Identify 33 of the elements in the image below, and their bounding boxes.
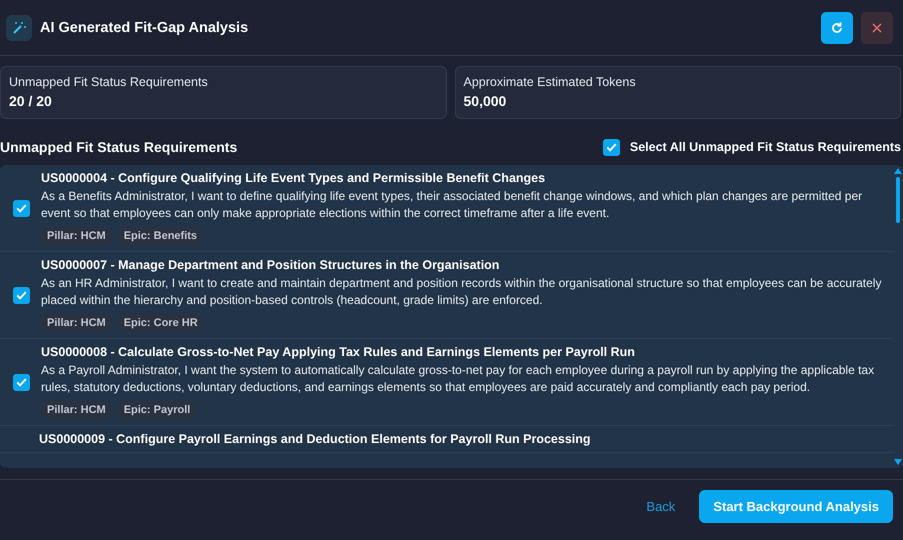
window-title: AI Generated Fit-Gap Analysis: [40, 20, 250, 36]
back-button[interactable]: Back: [636, 492, 686, 520]
scroll-down-icon[interactable]: [894, 459, 902, 465]
close-icon: [872, 22, 882, 32]
requirement-description: As a Payroll Administrator, I want the system to automatically calculate gross-to-net pay for each employee during a payroll run by applying the applicable tax rules, statutory deductions, voluntary deductions, and earnings elements so that employees are paid accurately and compliantly each pay period.: [41, 362, 876, 396]
requirement-title: US0000008 - Calculate Gross-to-Net Pay Applying Tax Rules and Earnings Elements per Payroll Run: [41, 345, 636, 359]
refresh-icon: [830, 20, 844, 34]
close-button[interactable]: [861, 12, 893, 44]
magic-wand-icon: [6, 14, 32, 40]
requirement-description: As an HR Administrator, I want to create and maintain department and position records within the organisational structure so that employees can be accurately placed within the hierarchy and position-based controls (headcount, grade limits) are enforced.: [41, 275, 882, 309]
section-title: Unmapped Fit Status Requirements: [0, 139, 238, 155]
requirement-title: US0000004 - Configure Qualifying Life Event Types and Permissible Benefit Changes: [41, 171, 546, 185]
start-analysis-button[interactable]: Start Background Analysis: [699, 490, 893, 522]
requirement-description: As a Benefits Administrator, I want to define qualifying life event types, their associated benefit change windows, and which plan changes are permitted per event so that employees can only make appropriate elections within the correct timeframe after a life event.: [41, 188, 864, 222]
requirement-checkbox[interactable]: [13, 200, 30, 216]
select-all-checkbox[interactable]: [602, 138, 620, 156]
requirement-title: US0000009 - Configure Payroll Earnings and Deduction Elements for Payroll Run Processing: [39, 432, 591, 446]
tag: Pillar: HCM: [41, 401, 112, 419]
requirement-checkbox[interactable]: [13, 374, 30, 390]
stat-value: 20 / 20: [9, 93, 53, 109]
tag: Pillar: HCM: [41, 314, 112, 332]
stat-label: Unmapped Fit Status Requirements: [9, 75, 209, 89]
stat-value: 50,000: [464, 93, 508, 109]
tag: Pillar: HCM: [41, 227, 112, 245]
select-all-label: Select All Unmapped Fit Status Requirements: [630, 140, 901, 154]
tag: Epic: Core HR: [118, 314, 204, 332]
tag: Epic: Payroll: [118, 401, 196, 419]
requirement-checkbox[interactable]: [13, 286, 30, 304]
stat-label: Approximate Estimated Tokens: [464, 75, 637, 89]
requirement-title: US0000007 - Manage Department and Position Structures in the Organisation: [41, 258, 500, 272]
scroll-up-icon[interactable]: [894, 168, 902, 174]
refresh-button[interactable]: [821, 12, 853, 44]
tag: Epic: Benefits: [118, 227, 204, 245]
